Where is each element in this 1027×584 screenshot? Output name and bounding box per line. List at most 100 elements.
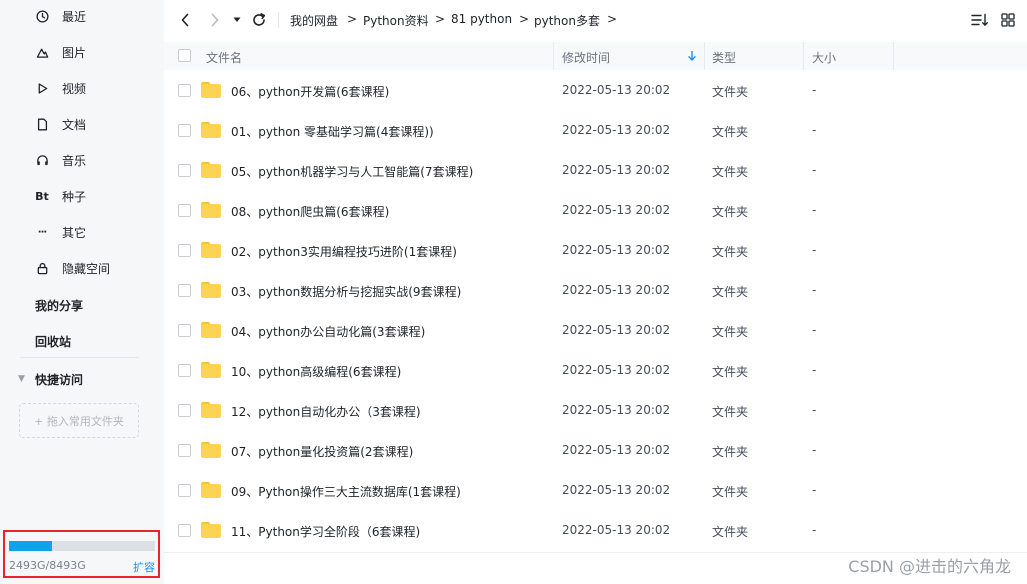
- sidebar-item-music[interactable]: 音乐: [34, 150, 86, 170]
- grid-view-button[interactable]: [998, 10, 1018, 30]
- file-row[interactable]: 11、Python学习全阶段（6套课程) 2022-05-13 20:02 文件…: [164, 511, 1027, 551]
- expand-storage-link[interactable]: 扩容: [133, 559, 155, 575]
- column-header-size[interactable]: 大小: [812, 49, 836, 66]
- folder-icon: [201, 482, 221, 498]
- lock-icon: [34, 260, 50, 276]
- row-checkbox[interactable]: [178, 324, 191, 337]
- folder-icon: [201, 162, 221, 178]
- file-name[interactable]: 12、python自动化办公（3套课程): [231, 403, 421, 420]
- arrow-down-icon: [688, 51, 696, 61]
- file-name[interactable]: 10、python高级编程(6套课程): [231, 363, 401, 380]
- row-checkbox[interactable]: [178, 204, 191, 217]
- storage-progress-bar: [9, 541, 155, 551]
- row-checkbox[interactable]: [178, 444, 191, 457]
- column-header-type[interactable]: 类型: [712, 49, 736, 66]
- sidebar: 最近 图片 视频 文档 音乐 Bt 种子 ··· 其它 隐藏空间 我的分享 回收…: [0, 0, 164, 584]
- sidebar-quick-access[interactable]: 快捷访问: [35, 371, 83, 388]
- row-checkbox[interactable]: [178, 244, 191, 257]
- file-size: -: [812, 243, 817, 257]
- file-name[interactable]: 01、python 零基础学习篇(4套课程)): [231, 123, 434, 140]
- file-size: -: [812, 443, 817, 457]
- row-checkbox[interactable]: [178, 164, 191, 177]
- select-all-checkbox[interactable]: [178, 49, 191, 62]
- column-header-name[interactable]: 文件名: [206, 49, 242, 66]
- sidebar-item-documents[interactable]: 文档: [34, 114, 86, 134]
- file-row[interactable]: 12、python自动化办公（3套课程) 2022-05-13 20:02 文件…: [164, 391, 1027, 431]
- file-modified: 2022-05-13 20:02: [562, 403, 671, 417]
- caret-down-icon[interactable]: ▼: [18, 374, 25, 384]
- file-name[interactable]: 09、Python操作三大主流数据库(1套课程): [231, 483, 461, 500]
- sort-list-icon: [971, 13, 988, 26]
- file-row[interactable]: 03、python数据分析与挖掘实战(9套课程) 2022-05-13 20:0…: [164, 271, 1027, 311]
- grid-view-icon: [1001, 13, 1015, 27]
- sidebar-item-hidden-space[interactable]: 隐藏空间: [34, 258, 110, 278]
- back-button[interactable]: [176, 10, 194, 30]
- file-type: 文件夹: [712, 445, 749, 459]
- caret-down-icon: [233, 17, 241, 22]
- file-row[interactable]: 07、python量化投资篇(2套课程) 2022-05-13 20:02 文件…: [164, 431, 1027, 471]
- sidebar-item-other[interactable]: ··· 其它: [34, 222, 86, 242]
- file-size: -: [812, 403, 817, 417]
- file-name[interactable]: 05、python机器学习与人工智能篇(7套课程): [231, 163, 473, 180]
- sidebar-item-label: 音乐: [62, 153, 87, 168]
- sidebar-item-label: 最近: [62, 9, 87, 24]
- sidebar-item-recent[interactable]: 最近: [34, 6, 86, 26]
- file-name[interactable]: 08、python爬虫篇(6套课程): [231, 203, 389, 220]
- file-row[interactable]: 09、Python操作三大主流数据库(1套课程) 2022-05-13 20:0…: [164, 471, 1027, 511]
- file-row[interactable]: 05、python机器学习与人工智能篇(7套课程) 2022-05-13 20:…: [164, 151, 1027, 191]
- file-row[interactable]: 06、python开发篇(6套课程) 2022-05-13 20:02 文件夹 …: [164, 71, 1027, 111]
- history-dropdown-button[interactable]: [230, 10, 244, 30]
- headphones-icon: [34, 152, 50, 168]
- file-name[interactable]: 04、python办公自动化篇(3套课程): [231, 323, 425, 340]
- row-checkbox[interactable]: [178, 284, 191, 297]
- file-type: 文件夹: [712, 325, 749, 339]
- sidebar-recycle-bin[interactable]: 回收站: [35, 333, 71, 350]
- breadcrumb-item[interactable]: 81 python: [451, 12, 512, 26]
- folder-icon: [201, 82, 221, 98]
- row-checkbox[interactable]: [178, 524, 191, 537]
- quick-access-drop-zone[interactable]: + 拖入常用文件夹: [19, 403, 139, 438]
- column-divider: [893, 42, 894, 70]
- file-modified: 2022-05-13 20:02: [562, 443, 671, 457]
- file-row[interactable]: 10、python高级编程(6套课程) 2022-05-13 20:02 文件夹…: [164, 351, 1027, 391]
- file-name[interactable]: 03、python数据分析与挖掘实战(9套课程): [231, 283, 461, 300]
- sidebar-my-share[interactable]: 我的分享: [35, 297, 83, 314]
- row-checkbox[interactable]: [178, 84, 191, 97]
- file-row[interactable]: 04、python办公自动化篇(3套课程) 2022-05-13 20:02 文…: [164, 311, 1027, 351]
- row-checkbox[interactable]: [178, 124, 191, 137]
- row-checkbox[interactable]: [178, 484, 191, 497]
- file-size: -: [812, 283, 817, 297]
- file-type: 文件夹: [712, 85, 749, 99]
- file-name[interactable]: 06、python开发篇(6套课程): [231, 83, 389, 100]
- chevron-right-icon: [211, 13, 219, 27]
- sidebar-item-label: 文档: [62, 117, 87, 132]
- file-modified: 2022-05-13 20:02: [562, 363, 671, 377]
- breadcrumb-item[interactable]: Python资料: [363, 12, 429, 29]
- column-divider: [704, 42, 705, 70]
- file-name[interactable]: 02、python3实用编程技巧进阶(1套课程): [231, 243, 457, 260]
- file-size: -: [812, 323, 817, 337]
- play-icon: [34, 80, 50, 96]
- file-name[interactable]: 07、python量化投资篇(2套课程): [231, 443, 413, 460]
- sidebar-item-torrents[interactable]: Bt 种子: [34, 186, 86, 206]
- refresh-button[interactable]: [250, 10, 268, 30]
- folder-icon: [201, 282, 221, 298]
- file-row[interactable]: 01、python 零基础学习篇(4套课程)) 2022-05-13 20:02…: [164, 111, 1027, 151]
- sidebar-divider: [20, 357, 139, 358]
- folder-icon: [201, 522, 221, 538]
- sidebar-item-videos[interactable]: 视频: [34, 78, 86, 98]
- file-row[interactable]: 08、python爬虫篇(6套课程) 2022-05-13 20:02 文件夹 …: [164, 191, 1027, 231]
- file-row[interactable]: 02、python3实用编程技巧进阶(1套课程) 2022-05-13 20:0…: [164, 231, 1027, 271]
- column-header-modified[interactable]: 修改时间: [562, 49, 610, 66]
- forward-button[interactable]: [206, 10, 224, 30]
- breadcrumb-item[interactable]: python多套: [534, 12, 600, 29]
- file-type: 文件夹: [712, 125, 749, 139]
- file-size: -: [812, 203, 817, 217]
- sidebar-item-images[interactable]: 图片: [34, 42, 86, 62]
- file-name[interactable]: 11、Python学习全阶段（6套课程): [231, 523, 420, 540]
- breadcrumb-item[interactable]: 我的网盘: [290, 12, 338, 29]
- file-size: -: [812, 123, 817, 137]
- sort-options-button[interactable]: [970, 10, 990, 30]
- row-checkbox[interactable]: [178, 364, 191, 377]
- row-checkbox[interactable]: [178, 404, 191, 417]
